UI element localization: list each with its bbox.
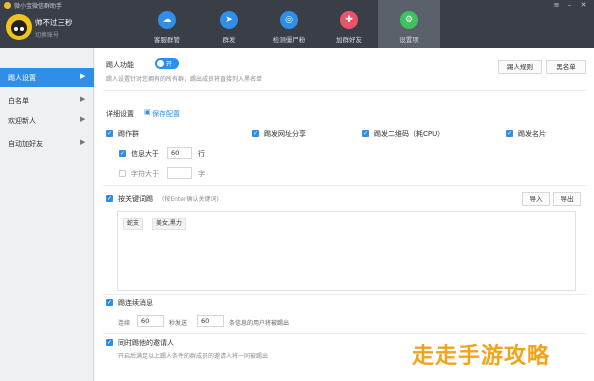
kick-toggle[interactable]: 开 — [155, 58, 179, 69]
kick-rules-button[interactable]: 踢人规则 — [498, 60, 542, 74]
consecutive-suffix: 条信息的用户将被踢出 — [229, 320, 290, 327]
detail-settings-title: 详细设置 — [106, 110, 134, 118]
gear-icon: ⚙ — [400, 11, 418, 29]
card-label: 踢发名片 — [518, 130, 546, 138]
qr-code-checkbox[interactable]: ✓ — [362, 130, 369, 137]
qr-code-label: 踢发二维码（耗CPU） — [374, 130, 445, 138]
msg-count-checkbox[interactable]: ✓ — [119, 150, 126, 157]
app-logo-icon — [4, 2, 11, 9]
tab-4[interactable]: ⚙ 设置项 — [378, 0, 440, 48]
tab-label: 客服群管 — [154, 36, 180, 44]
send-icon: ➤ — [220, 11, 238, 29]
chevron-right-icon: ▶ — [80, 95, 86, 103]
ad-group-label: 踢作群 — [118, 130, 139, 138]
hamburger-icon[interactable]: ≡ — [550, 0, 563, 11]
kick-function-label: 踢人功能 — [106, 61, 134, 69]
keyword-tag[interactable]: 蛇支 — [123, 218, 144, 230]
keyword-label: 按关键词踢 — [118, 195, 153, 203]
tab-label: 检测僵尸粉 — [272, 36, 306, 44]
sidebar-item-3[interactable]: 自动加好友 ▶ — [0, 134, 94, 153]
ad-group-checkbox[interactable]: ✓ — [106, 130, 113, 137]
import-button[interactable]: 导入 — [522, 192, 550, 206]
card-checkbox[interactable]: ✓ — [506, 130, 513, 137]
tab-label: 设置项 — [399, 36, 419, 44]
tab-label: 加群好友 — [336, 36, 362, 44]
settings-panel: 踢人功能 开 踢人设置针对您拥有的所有群，踢出成员将直接列入黑名单 踢人规则 黑… — [95, 48, 594, 381]
sidebar-item-label: 欢迎新人 — [8, 117, 36, 125]
sidebar-item-label: 踢人设置 — [8, 74, 36, 82]
detect-icon: ◎ — [280, 11, 298, 29]
app-title: 微小宝微信群助手 — [14, 3, 63, 10]
tab-2[interactable]: ◎ 检测僵尸粉 — [258, 0, 320, 48]
keyword-tag[interactable]: 美女,黑力 — [152, 218, 186, 230]
add-friend-icon: ✚ — [340, 11, 358, 29]
switch-account-link[interactable]: 切换账号 — [35, 30, 59, 39]
header: 微小宝微信群助手 ≡ – ✕ 帅不过三秒 切换账号 ☁ 客服群管 ➤ 群发 ◎ 检测僵尸粉… — [0, 0, 594, 48]
consecutive-count-input[interactable]: 60 — [197, 315, 224, 327]
consecutive-label: 踢连续消息 — [118, 299, 153, 307]
export-button[interactable]: 导出 — [553, 192, 581, 206]
sidebar-item-label: 自动加好友 — [8, 140, 43, 148]
inviter-description: 开启后满足以上踢人条件的群成员的邀请人将一同被踢出 — [118, 353, 269, 360]
consecutive-prefix: 连续 — [118, 320, 131, 327]
msg-count-unit: 行 — [198, 150, 205, 158]
msg-count-input[interactable]: 60 — [167, 147, 192, 159]
save-config-link[interactable]: 保存配置 — [152, 109, 180, 119]
consecutive-seconds-input[interactable]: 60 — [137, 315, 164, 327]
divider — [103, 90, 586, 91]
tab-0[interactable]: ☁ 客服群管 — [136, 0, 198, 48]
tab-3[interactable]: ✚ 加群好友 — [318, 0, 380, 48]
tab-1[interactable]: ➤ 群发 — [198, 0, 260, 48]
url-share-checkbox[interactable]: ✓ — [252, 130, 259, 137]
sidebar-item-label: 白名单 — [8, 97, 29, 105]
consecutive-checkbox[interactable]: ✓ — [106, 299, 113, 306]
close-icon[interactable]: ✕ — [577, 0, 590, 11]
chat-icon: ☁ — [158, 11, 176, 29]
divider — [103, 333, 586, 334]
char-count-checkbox[interactable] — [119, 170, 126, 177]
minimize-icon[interactable]: – — [563, 0, 576, 11]
chevron-right-icon: ▶ — [80, 72, 86, 80]
inviter-checkbox[interactable]: ✓ — [106, 339, 113, 346]
consecutive-middle: 秒发送 — [169, 320, 188, 327]
watermark-text: 走走手游攻略 — [412, 344, 551, 369]
char-count-unit: 字 — [198, 170, 205, 178]
avatar[interactable] — [6, 14, 32, 40]
divider — [103, 185, 586, 186]
sidebar: 踢人设置 ▶ 白名单 ▶ 欢迎新人 ▶ 自动加好友 ▶ — [0, 48, 94, 381]
url-share-label: 踢发网址分享 — [264, 130, 306, 138]
tab-label: 群发 — [222, 36, 236, 44]
kick-description: 踢人设置针对您拥有的所有群，踢出成员将直接列入黑名单 — [106, 76, 263, 83]
msg-count-label: 信息大于 — [131, 150, 159, 158]
char-count-label: 字符大于 — [131, 170, 159, 178]
keyword-hint: (按Enter确认关键词) — [162, 196, 219, 203]
save-icon[interactable]: ▣ — [144, 108, 151, 116]
sidebar-item-2[interactable]: 欢迎新人 ▶ — [0, 111, 94, 130]
blacklist-button[interactable]: 黑名单 — [546, 60, 586, 74]
sidebar-item-1[interactable]: 白名单 ▶ — [0, 91, 94, 110]
keyword-checkbox[interactable]: ✓ — [106, 195, 113, 202]
user-name: 帅不过三秒 — [35, 18, 73, 27]
divider — [103, 294, 586, 295]
chevron-right-icon: ▶ — [80, 115, 86, 123]
char-count-input[interactable] — [167, 167, 192, 179]
inviter-label: 同时踢他的邀请人 — [118, 339, 174, 347]
sidebar-item-0[interactable]: 踢人设置 ▶ — [0, 68, 94, 87]
chevron-right-icon: ▶ — [80, 138, 86, 146]
kick-toggle-label: 开 — [166, 61, 173, 68]
